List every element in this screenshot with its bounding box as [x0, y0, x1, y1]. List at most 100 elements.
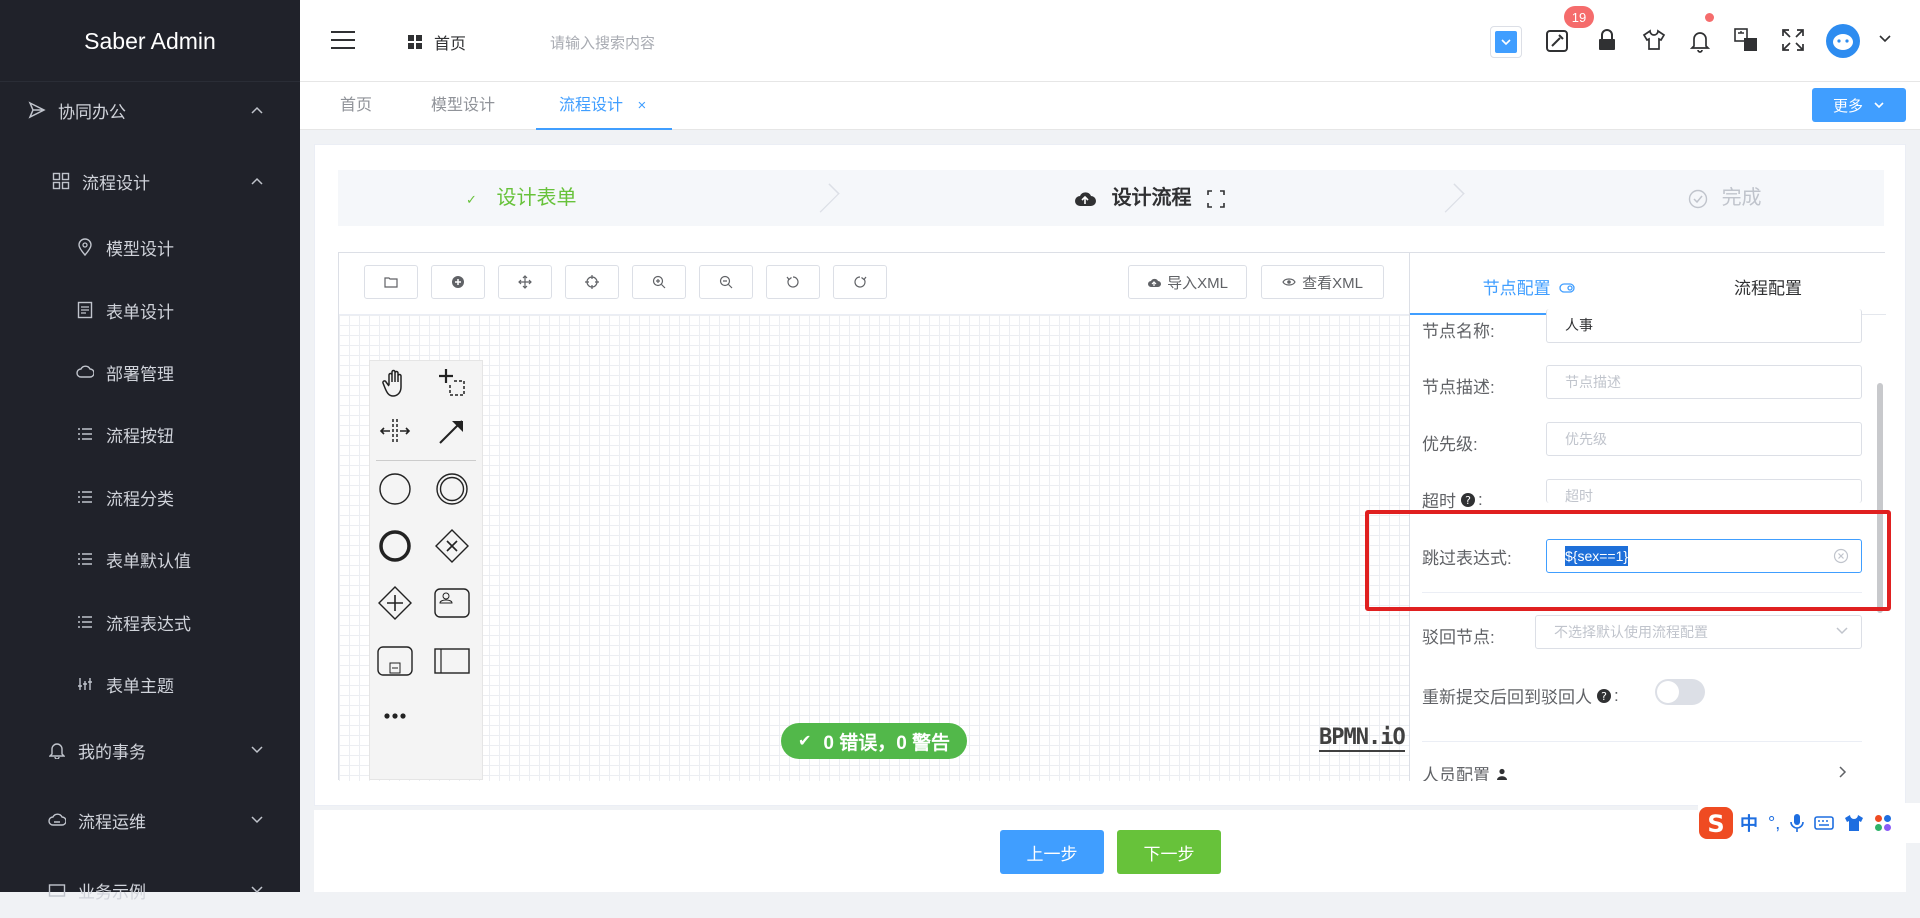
lock-icon[interactable]: [1597, 29, 1617, 51]
subprocess-icon[interactable]: [375, 641, 415, 681]
avatar[interactable]: [1826, 24, 1860, 58]
space-tool-icon[interactable]: [375, 411, 415, 451]
sidebar-item-my-affairs[interactable]: 我的事务: [0, 722, 300, 778]
top-header: 首页 请输入搜索内容 19: [300, 0, 1920, 82]
timeout-field[interactable]: 超时: [1546, 479, 1862, 504]
theme-color-picker[interactable]: [1490, 26, 1522, 58]
sidebar-item-form-theme[interactable]: 表单主题: [0, 656, 300, 712]
toggle-knob: [1657, 681, 1679, 703]
help-icon[interactable]: ?: [1596, 688, 1612, 704]
ime-punctuation-toggle[interactable]: °,: [1768, 813, 1780, 834]
chevron-down-icon: [250, 815, 264, 825]
undo-button[interactable]: [766, 265, 820, 299]
sidebar-item-model-design[interactable]: 模型设计: [0, 219, 300, 275]
chevron-down-icon[interactable]: [1878, 34, 1892, 44]
ime-lang-toggle[interactable]: 中: [1740, 810, 1758, 836]
tab-process-config[interactable]: 流程配置: [1649, 253, 1886, 315]
sidebar-item-form-defaults[interactable]: 表单默认值: [0, 531, 300, 587]
lasso-tool-icon[interactable]: [432, 363, 472, 403]
sidebar-item-process-ops[interactable]: 流程运维: [0, 792, 300, 848]
close-icon[interactable]: ×: [637, 97, 646, 114]
node-name-field[interactable]: 人事: [1546, 309, 1862, 343]
highlight-annotation: [1365, 510, 1891, 611]
fit-view-button[interactable]: [565, 265, 619, 299]
prev-step-button[interactable]: 上一步: [1000, 830, 1104, 874]
personnel-config-header[interactable]: 人员配置: [1422, 761, 1508, 781]
priority-field[interactable]: 优先级: [1546, 422, 1862, 456]
tab-process-design[interactable]: 流程设计 ×: [536, 82, 672, 130]
tools-icon[interactable]: [1545, 28, 1571, 54]
bpmn-canvas[interactable]: ✔ 0 错误，0 警告 BPMN.iO: [339, 315, 1409, 781]
hamburger-menu-icon[interactable]: [330, 29, 356, 51]
apps-grid-icon[interactable]: [1874, 814, 1892, 832]
more-button[interactable]: 更多: [1812, 88, 1906, 122]
import-xml-button[interactable]: 导入XML: [1128, 265, 1247, 299]
shirt-icon[interactable]: [1642, 29, 1666, 51]
resubmit-toggle[interactable]: [1655, 679, 1705, 705]
sidebar-item-deploy[interactable]: 部署管理: [0, 344, 300, 400]
folder-icon: [384, 276, 398, 288]
bell-icon: [46, 739, 68, 761]
connect-tool-icon[interactable]: [432, 411, 472, 451]
view-xml-button[interactable]: 查看XML: [1261, 265, 1384, 299]
parallel-gateway-icon[interactable]: [375, 583, 415, 623]
tab-label: 节点配置: [1482, 279, 1551, 298]
sidebar-item-process-expression[interactable]: 流程表达式: [0, 594, 300, 650]
step-design-form[interactable]: ✓ 设计表单: [466, 170, 576, 226]
check-icon: ✓: [466, 192, 477, 207]
node-desc-field[interactable]: 节点描述: [1546, 365, 1862, 399]
sidebar-item-form-design[interactable]: 表单设计: [0, 282, 300, 338]
import-xml-label: 导入XML: [1167, 274, 1228, 292]
step-design-process[interactable]: 设计流程: [1074, 170, 1225, 226]
step-label: 完成: [1721, 187, 1762, 209]
home-link[interactable]: 首页: [408, 30, 466, 54]
sogou-logo-icon[interactable]: S: [1698, 806, 1734, 840]
lint-status[interactable]: ✔ 0 错误，0 警告: [781, 723, 967, 759]
help-icon[interactable]: ?: [1460, 492, 1476, 508]
microphone-icon[interactable]: [1790, 813, 1805, 833]
skin-shirt-icon[interactable]: [1844, 814, 1864, 832]
sidebar-item-business-example[interactable]: 业务示例: [0, 862, 300, 918]
ime-toolbar: S 中 °,: [1698, 803, 1920, 843]
create-new-button[interactable]: [431, 265, 485, 299]
node-name-label: 节点名称:: [1422, 322, 1495, 341]
pool-icon[interactable]: [432, 641, 472, 681]
zoom-in-button[interactable]: [632, 265, 686, 299]
search-input[interactable]: 请输入搜索内容: [550, 32, 655, 53]
translate-icon[interactable]: [1734, 28, 1758, 52]
start-event-icon[interactable]: [375, 469, 415, 509]
redo-button[interactable]: [833, 265, 887, 299]
user-task-icon[interactable]: [432, 583, 472, 623]
move-button[interactable]: [498, 265, 552, 299]
step-complete[interactable]: 完成: [1688, 170, 1762, 226]
hand-tool-icon[interactable]: [375, 363, 415, 403]
intermediate-event-icon[interactable]: [432, 469, 472, 509]
sidebar-item-label: 流程表达式: [106, 614, 191, 634]
more-tools-icon[interactable]: [375, 696, 415, 736]
sidebar-item-label: 我的事务: [78, 742, 146, 762]
next-step-button[interactable]: 下一步: [1117, 830, 1221, 874]
expand-icon[interactable]: [1207, 189, 1225, 208]
sidebar-item-process-category[interactable]: 流程分类: [0, 469, 300, 525]
end-event-icon[interactable]: [375, 526, 415, 566]
send-icon: [26, 99, 48, 121]
undo-icon: [786, 275, 800, 289]
zoom-out-button[interactable]: [699, 265, 753, 299]
fullscreen-icon[interactable]: [1782, 29, 1804, 51]
move-icon: [518, 275, 532, 289]
sidebar-item-process-design[interactable]: 流程设计: [0, 153, 300, 209]
reject-node-select[interactable]: 不选择默认使用流程配置: [1535, 615, 1862, 649]
bpmn-io-logo[interactable]: BPMN.iO: [1319, 725, 1406, 752]
tab-model-design[interactable]: 模型设计: [431, 82, 495, 130]
keyboard-icon[interactable]: [1814, 815, 1835, 831]
open-file-button[interactable]: [364, 265, 418, 299]
bell-icon[interactable]: [1690, 29, 1710, 53]
chevron-right-icon[interactable]: [1838, 765, 1848, 779]
sidebar-item-process-buttons[interactable]: 流程按钮: [0, 406, 300, 462]
tab-home[interactable]: 首页: [340, 82, 372, 130]
exclusive-gateway-icon[interactable]: [432, 526, 472, 566]
sidebar-item-collab[interactable]: 协同办公: [0, 82, 300, 138]
personnel-label: 人员配置: [1422, 766, 1490, 781]
tab-node-config[interactable]: 节点配置: [1410, 253, 1648, 315]
location-icon: [74, 236, 96, 258]
